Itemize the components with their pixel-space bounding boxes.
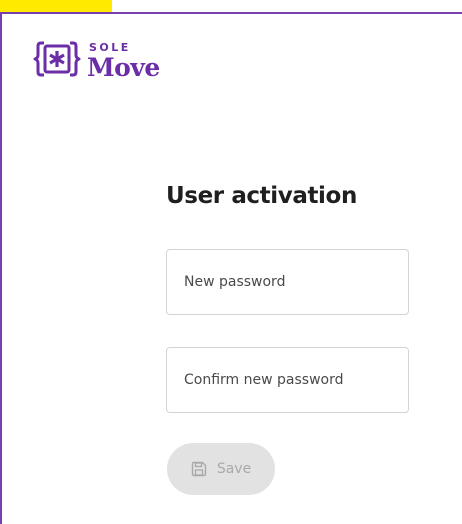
page-title: User activation <box>166 183 357 209</box>
brand-logo: SOLE Move <box>33 38 160 80</box>
brand-line2: Move <box>87 53 160 82</box>
new-password-field[interactable] <box>166 249 409 315</box>
confirm-password-field[interactable] <box>166 347 409 413</box>
floppy-disk-icon <box>191 461 207 477</box>
save-button[interactable]: Save <box>167 443 275 495</box>
asterisk-braces-icon <box>33 38 81 80</box>
brand-wordmark: SOLE Move <box>87 42 160 80</box>
brand-line1: SOLE <box>89 41 131 54</box>
save-button-label: Save <box>216 461 252 477</box>
